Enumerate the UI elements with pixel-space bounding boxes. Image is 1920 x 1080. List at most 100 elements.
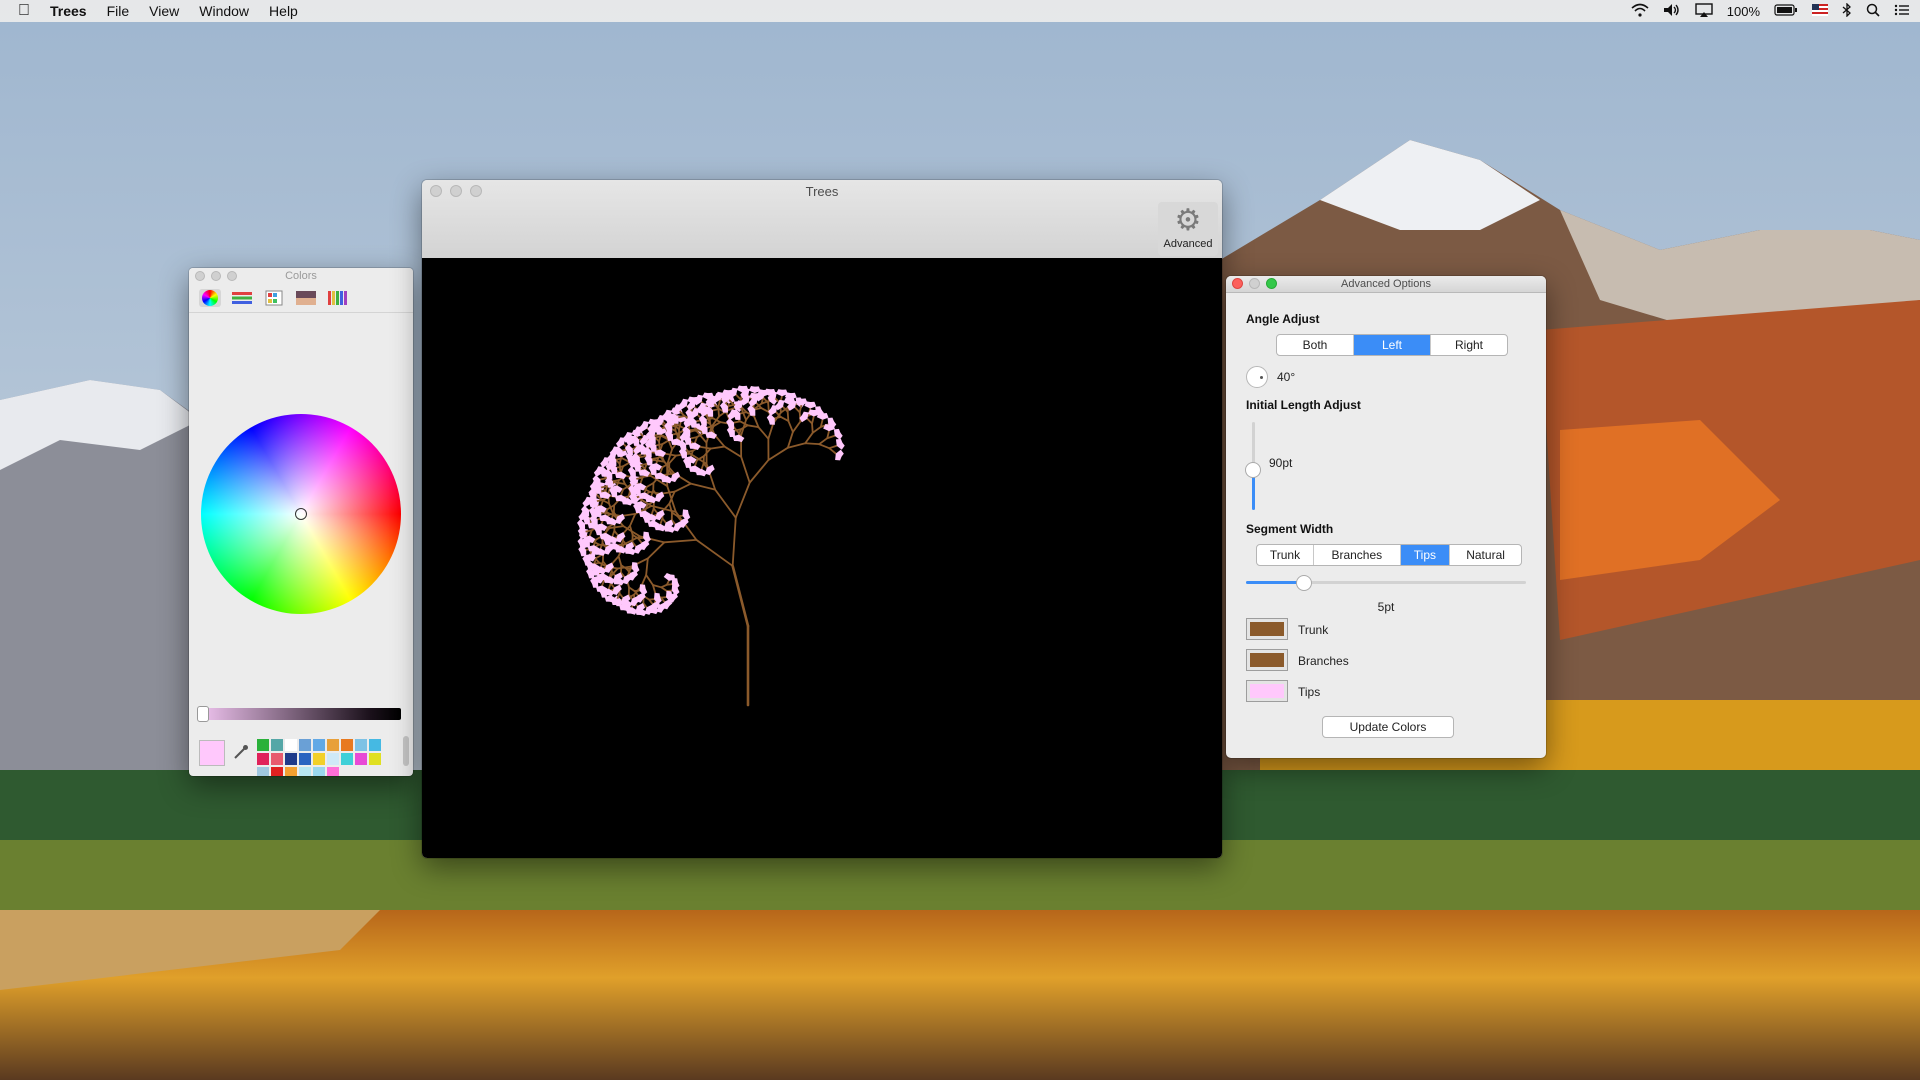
color-wheel-icon[interactable]: [199, 289, 221, 307]
segment-option-natural[interactable]: Natural: [1450, 545, 1521, 565]
color-swatch[interactable]: [327, 753, 339, 765]
angle-dial[interactable]: [1246, 366, 1268, 388]
color-swatch[interactable]: [257, 739, 269, 751]
update-colors-button[interactable]: Update Colors: [1322, 716, 1454, 738]
palettes-icon[interactable]: [263, 289, 285, 307]
initial-length-slider-knob[interactable]: [1245, 462, 1261, 478]
color-swatch[interactable]: [299, 753, 311, 765]
segment-option-branches[interactable]: Branches: [1314, 545, 1401, 565]
angle-option-left[interactable]: Left: [1354, 335, 1431, 355]
color-swatch[interactable]: [355, 753, 367, 765]
minimize-button[interactable]: [211, 271, 221, 281]
list-icon[interactable]: [1894, 4, 1910, 19]
brightness-slider[interactable]: [197, 706, 401, 722]
tree-segment: [648, 598, 654, 605]
branches-color-well[interactable]: [1246, 649, 1288, 671]
tree-segment: [660, 586, 668, 592]
tree-segment: [663, 538, 698, 544]
help-menu[interactable]: Help: [259, 0, 308, 22]
tree-canvas[interactable]: [422, 258, 1222, 858]
window-title: Trees: [805, 184, 839, 199]
color-swatch[interactable]: [313, 767, 325, 776]
color-swatch[interactable]: [299, 739, 311, 751]
angle-option-both[interactable]: Both: [1277, 335, 1354, 355]
menu-bar:  Trees File View Window Help 100%: [0, 0, 1920, 22]
tree-segment: [811, 425, 822, 434]
airplay-icon[interactable]: [1695, 2, 1713, 20]
app-menu[interactable]: Trees: [40, 0, 97, 22]
volume-icon[interactable]: [1663, 3, 1681, 20]
angle-adjust-label: Angle Adjust: [1246, 312, 1320, 326]
file-menu[interactable]: File: [97, 0, 140, 22]
color-swatch[interactable]: [327, 767, 339, 776]
color-swatch[interactable]: [299, 767, 311, 776]
color-swatch[interactable]: [285, 767, 297, 776]
eyedropper-icon[interactable]: [233, 744, 249, 765]
color-swatch[interactable]: [369, 739, 381, 751]
close-button[interactable]: [195, 271, 205, 281]
color-swatch[interactable]: [271, 739, 283, 751]
minimize-button[interactable]: [1249, 278, 1260, 289]
tree-segment: [645, 482, 655, 488]
segment-width-label: Segment Width: [1246, 522, 1334, 536]
pencils-icon[interactable]: [327, 289, 349, 307]
view-menu[interactable]: View: [139, 0, 189, 22]
advanced-options-titlebar[interactable]: Advanced Options: [1226, 276, 1546, 293]
advanced-button[interactable]: ⚙ Advanced: [1158, 202, 1218, 256]
wifi-icon[interactable]: [1631, 3, 1649, 20]
color-swatch[interactable]: [285, 739, 297, 751]
angle-option-right[interactable]: Right: [1431, 335, 1507, 355]
tree-segment: [617, 555, 623, 567]
color-wheel-cursor-icon[interactable]: [295, 508, 307, 520]
flag-icon[interactable]: [1812, 3, 1828, 19]
tree-segment: [660, 596, 666, 603]
zoom-button[interactable]: [227, 271, 237, 281]
color-swatch[interactable]: [257, 767, 269, 776]
color-swatch[interactable]: [313, 753, 325, 765]
color-swatch[interactable]: [355, 739, 367, 751]
segment-width-slider-knob[interactable]: [1296, 575, 1312, 591]
tree-segment: [804, 442, 821, 446]
search-icon[interactable]: [1866, 3, 1880, 20]
segment-width-value: 5pt: [1377, 600, 1395, 614]
swatches-scrollbar[interactable]: [403, 736, 409, 766]
tree-segment: [629, 513, 637, 527]
colors-titlebar[interactable]: Colors: [189, 268, 413, 284]
tips-color-well[interactable]: [1246, 680, 1288, 702]
color-swatch[interactable]: [369, 753, 381, 765]
tree-segment: [811, 415, 815, 425]
tree-segment: [828, 444, 838, 450]
battery-percent: 100%: [1726, 3, 1760, 19]
initial-length-value: 90pt: [1269, 456, 1293, 470]
segment-option-trunk[interactable]: Trunk: [1257, 545, 1314, 565]
color-swatch[interactable]: [271, 753, 283, 765]
color-swatch[interactable]: [257, 753, 269, 765]
color-swatch[interactable]: [313, 739, 325, 751]
color-swatch[interactable]: [271, 767, 283, 776]
tree-segment: [659, 517, 664, 525]
window-menu[interactable]: Window: [189, 0, 259, 22]
tree-segment: [786, 442, 807, 449]
tree-segment: [798, 411, 802, 423]
sliders-icon[interactable]: [231, 289, 253, 307]
current-color-swatch[interactable]: [199, 740, 225, 766]
color-swatch[interactable]: [341, 753, 353, 765]
segment-width-segmented-control: Trunk Branches Tips Natural: [1256, 544, 1522, 566]
battery-icon[interactable]: [1774, 3, 1798, 19]
color-swatch[interactable]: [285, 753, 297, 765]
segment-option-tips[interactable]: Tips: [1400, 545, 1451, 565]
tree-segment: [753, 415, 760, 429]
tree-segment: [650, 489, 655, 497]
image-palette-icon[interactable]: [295, 289, 317, 307]
trunk-color-well[interactable]: [1246, 618, 1288, 640]
brightness-slider-knob[interactable]: [197, 706, 209, 722]
zoom-button[interactable]: [1266, 278, 1277, 289]
color-swatch[interactable]: [327, 739, 339, 751]
apple-menu-icon[interactable]: : [0, 0, 40, 22]
trees-window: Trees ⚙ Advanced: [422, 180, 1222, 858]
color-swatch[interactable]: [341, 739, 353, 751]
tree-segment: [664, 452, 677, 457]
bluetooth-icon[interactable]: [1842, 1, 1852, 20]
color-wheel[interactable]: [201, 414, 401, 614]
close-button[interactable]: [1232, 278, 1243, 289]
